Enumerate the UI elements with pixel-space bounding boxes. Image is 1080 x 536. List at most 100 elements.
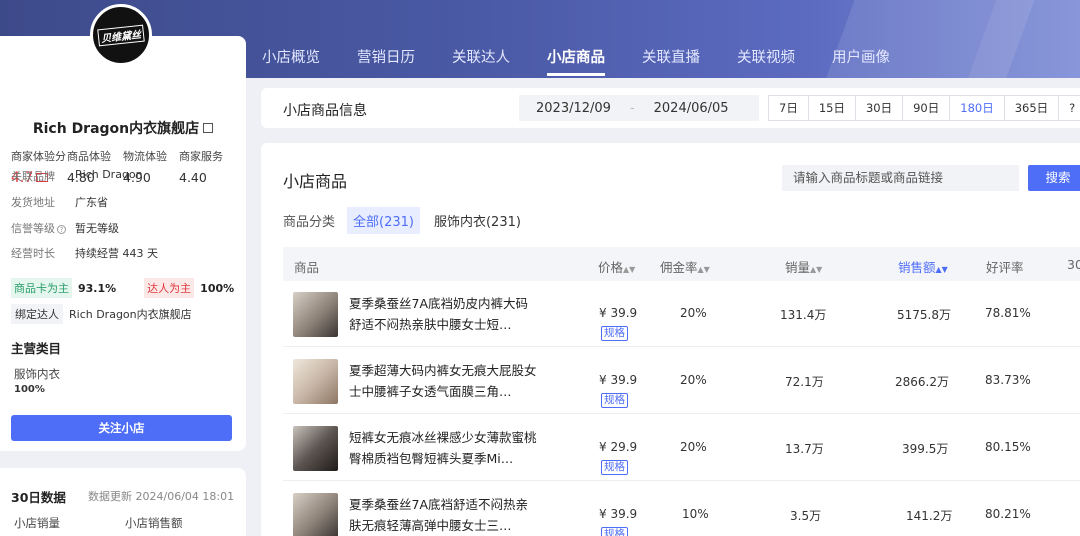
table-row[interactable]: 夏季桑蚕丝7A底裆舒适不闷热亲肤无痕轻薄高弹中腰女士三… ¥ 39.9 规格 1… bbox=[283, 482, 1080, 536]
tab-related-live[interactable]: 关联直播 bbox=[642, 46, 700, 76]
product-thumbnail[interactable] bbox=[293, 493, 338, 536]
category-filter-label: 商品分类 bbox=[283, 215, 336, 230]
date-filter-bar: 小店商品信息 2023/12/09 - 2024/06/05 7日 15日 30… bbox=[261, 88, 1080, 128]
product-name[interactable]: 夏季桑蚕丝7A底裆奶皮内裤大码舒适不闷热亲肤中腰女士短… bbox=[349, 293, 539, 335]
product-sales: 13.7万 bbox=[785, 442, 824, 456]
info-label: 经营时长 bbox=[11, 247, 55, 260]
metric-label: 物流体验 bbox=[123, 150, 167, 163]
info-credit: 信誉等级? 暂无等级 bbox=[11, 220, 119, 236]
info-ship: 发货地址 广东省 bbox=[11, 194, 108, 210]
nav-tabs: 小店概览 营销日历 关联达人 小店商品 关联直播 关联视频 用户画像 bbox=[262, 46, 927, 76]
product-rating: 83.73% bbox=[985, 373, 1031, 387]
info-value: 持续经营 443 天 bbox=[75, 247, 158, 260]
product-thumbnail[interactable] bbox=[293, 292, 338, 337]
col-commission[interactable]: 佣金率▲▼ bbox=[660, 257, 710, 276]
sort-icon: ▲▼ bbox=[935, 265, 948, 274]
section-title: 小店商品信息 bbox=[283, 103, 367, 119]
bind-value[interactable]: Rich Dragon内衣旗舰店 bbox=[69, 306, 192, 322]
product-commission: 20% bbox=[680, 373, 707, 387]
date-separator: - bbox=[629, 100, 635, 116]
start-date[interactable]: 2023/12/09 bbox=[536, 101, 611, 116]
range-365d-button[interactable]: 365日 bbox=[1003, 95, 1060, 121]
info-value: 暂无等级 bbox=[75, 222, 119, 235]
product-sales: 3.5万 bbox=[790, 509, 822, 523]
product-sales: 131.4万 bbox=[780, 308, 827, 322]
product-name[interactable]: 夏季桑蚕丝7A底裆舒适不闷热亲肤无痕轻薄高弹中腰女士三… bbox=[349, 494, 539, 536]
product-amount: 2866.2万 bbox=[895, 375, 949, 389]
range-90d-button[interactable]: 90日 bbox=[902, 95, 951, 121]
col-sales[interactable]: 销量▲▼ bbox=[785, 257, 822, 276]
end-date[interactable]: 2024/06/05 bbox=[654, 101, 729, 116]
product-commission: 10% bbox=[682, 507, 709, 521]
category-pct: 100% bbox=[14, 384, 45, 395]
range-15d-button[interactable]: 15日 bbox=[807, 95, 856, 121]
info-brand: 关联品牌 Rich Dragon bbox=[11, 168, 143, 184]
sort-icon: ▲▼ bbox=[810, 265, 823, 274]
category-title: 主营类目 bbox=[11, 341, 62, 356]
stats-title: 30日数据 bbox=[11, 490, 66, 505]
help-icon[interactable]: ? bbox=[57, 225, 66, 234]
product-name[interactable]: 夏季超薄大码内裤女无痕大屁股女士中腰裤子女透气面膜三角… bbox=[349, 360, 539, 402]
category-name: 服饰内衣 bbox=[14, 367, 60, 381]
product-price: ¥ 39.9 bbox=[599, 373, 638, 387]
qrcode-icon[interactable] bbox=[203, 123, 214, 133]
product-name[interactable]: 短裤女无痕冰丝裸感少女薄款蜜桃臀棉质裆包臀短裤头夏季Mi… bbox=[349, 427, 539, 469]
category-apparel-chip[interactable]: 服饰内衣(231) bbox=[434, 211, 521, 230]
tab-shop-products[interactable]: 小店商品 bbox=[547, 46, 605, 76]
date-range-picker[interactable]: 2023/12/09 - 2024/06/05 bbox=[519, 95, 759, 121]
product-price: ¥ 39.9 bbox=[599, 306, 638, 320]
spec-button[interactable]: 规格 bbox=[601, 326, 628, 341]
product-thumbnail[interactable] bbox=[293, 359, 338, 404]
info-value: 广东省 bbox=[75, 196, 108, 209]
product-rating: 80.15% bbox=[985, 440, 1031, 454]
product-commission: 20% bbox=[680, 440, 707, 454]
sort-icon: ▲▼ bbox=[623, 265, 636, 274]
col-product: 商品 bbox=[294, 260, 320, 275]
shop-name: Rich Dragon内衣旗舰店 bbox=[0, 118, 246, 138]
tab-related-videos[interactable]: 关联视频 bbox=[737, 46, 795, 76]
shop-logo-text: 贝维黛丝 bbox=[97, 24, 145, 46]
products-title: 小店商品 bbox=[283, 172, 348, 191]
range-180d-button[interactable]: 180日 bbox=[949, 95, 1005, 121]
bind-talent: 绑定达人 Rich Dragon内衣旗舰店 bbox=[11, 304, 192, 324]
info-label: 关联品牌 bbox=[11, 170, 55, 183]
category-filter: 商品分类 全部(231) 服饰内衣(231) bbox=[283, 207, 521, 234]
search-button[interactable]: 搜索 bbox=[1028, 165, 1080, 191]
bind-label: 绑定达人 bbox=[11, 304, 63, 324]
tag-talent-pct: 100% bbox=[200, 281, 235, 295]
spec-button[interactable]: 规格 bbox=[601, 393, 628, 408]
col-price-label: 价格 bbox=[598, 260, 624, 275]
table-header: 商品 价格▲▼ 佣金率▲▼ 销量▲▼ 销售额▲▼ 好评率 30 bbox=[283, 247, 1080, 281]
range-buttons: 7日 15日 30日 90日 180日 365日 ? bbox=[768, 95, 1080, 121]
table-row[interactable]: 短裤女无痕冰丝裸感少女薄款蜜桃臀棉质裆包臀短裤头夏季Mi… ¥ 29.9 规格 … bbox=[283, 415, 1080, 481]
range-30d-button[interactable]: 30日 bbox=[854, 95, 904, 121]
metric-label: 商品体验 bbox=[67, 150, 111, 163]
stats-sales-label: 小店销量 bbox=[14, 516, 60, 530]
product-price: ¥ 39.9 bbox=[599, 507, 638, 521]
range-7d-button[interactable]: 7日 bbox=[768, 95, 809, 121]
category-all-chip[interactable]: 全部(231) bbox=[347, 207, 420, 234]
tab-marketing-calendar[interactable]: 营销日历 bbox=[357, 46, 415, 76]
table-row[interactable]: 夏季超薄大码内裤女无痕大屁股女士中腰裤子女透气面膜三角… ¥ 39.9 规格 2… bbox=[283, 348, 1080, 414]
metric-label: 商家体验分 bbox=[11, 150, 66, 163]
metric-service: 商家服务 4.40 bbox=[179, 148, 239, 186]
spec-button[interactable]: 规格 bbox=[601, 460, 628, 475]
tab-overview[interactable]: 小店概览 bbox=[262, 46, 320, 76]
col-price[interactable]: 价格▲▼ bbox=[598, 257, 635, 276]
shop-name-text: Rich Dragon内衣旗舰店 bbox=[32, 121, 200, 137]
product-thumbnail[interactable] bbox=[293, 426, 338, 471]
tag-goods-pct: 93.1% bbox=[78, 281, 117, 295]
range-custom-button[interactable]: ? bbox=[1058, 95, 1080, 121]
table-row[interactable]: 夏季桑蚕丝7A底裆奶皮内裤大码舒适不闷热亲肤中腰女士短… ¥ 39.9 规格 2… bbox=[283, 281, 1080, 347]
tab-user-profile[interactable]: 用户画像 bbox=[832, 46, 890, 76]
tab-related-talents[interactable]: 关联达人 bbox=[452, 46, 510, 76]
sort-icon: ▲▼ bbox=[697, 265, 710, 274]
col-amount[interactable]: 销售额▲▼ bbox=[898, 257, 948, 276]
product-search-input[interactable] bbox=[782, 165, 1019, 191]
products-card: 小店商品 搜索 商品分类 全部(231) 服饰内衣(231) 商品 价格▲▼ 佣… bbox=[261, 143, 1080, 536]
shop-avatar: 贝维黛丝 bbox=[90, 4, 152, 66]
follow-shop-button[interactable]: 关注小店 bbox=[11, 415, 232, 441]
spec-button[interactable]: 规格 bbox=[601, 527, 628, 536]
info-label: 发货地址 bbox=[11, 196, 55, 209]
col-sales-label: 销量 bbox=[785, 260, 811, 275]
